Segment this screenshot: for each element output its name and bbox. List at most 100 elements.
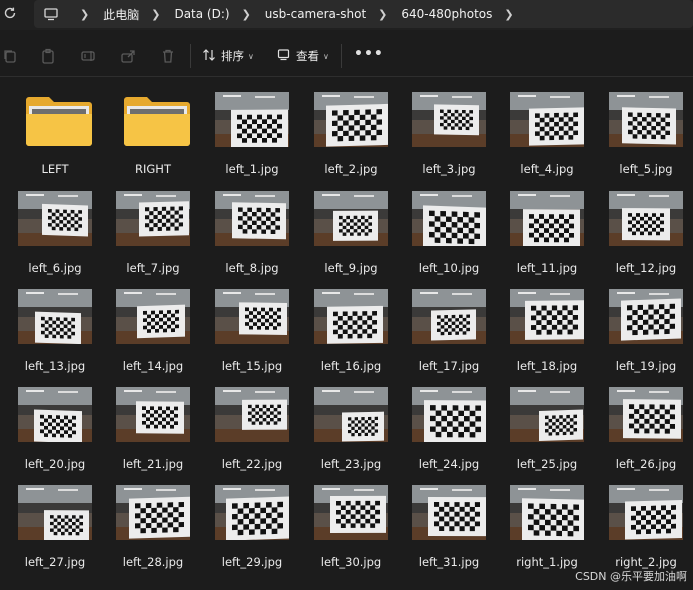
file-item[interactable]: left_30.jpg bbox=[302, 471, 400, 569]
file-item[interactable]: left_7.jpg bbox=[104, 177, 202, 275]
sort-button[interactable]: 排序 ∨ bbox=[202, 46, 254, 66]
paste-icon[interactable] bbox=[40, 48, 56, 64]
image-thumbnail bbox=[116, 191, 190, 246]
image-thumbnail bbox=[609, 387, 683, 442]
image-thumbnail bbox=[510, 289, 584, 344]
file-item[interactable]: left_10.jpg bbox=[400, 177, 498, 275]
image-thumbnail bbox=[314, 191, 388, 246]
file-item[interactable]: left_6.jpg bbox=[6, 177, 104, 275]
image-thumbnail bbox=[412, 387, 486, 442]
image-thumbnail bbox=[412, 485, 486, 540]
file-name-label: left_4.jpg bbox=[520, 162, 574, 176]
image-thumbnail bbox=[412, 191, 486, 246]
file-name-label: left_15.jpg bbox=[221, 359, 283, 373]
image-thumbnail bbox=[510, 485, 584, 540]
file-name-label: left_13.jpg bbox=[24, 359, 86, 373]
file-item[interactable]: left_23.jpg bbox=[302, 373, 400, 471]
image-thumbnail bbox=[609, 485, 683, 540]
folder-item[interactable]: LEFT bbox=[6, 78, 104, 176]
file-item[interactable]: left_8.jpg bbox=[203, 177, 301, 275]
chevron-down-icon: ∨ bbox=[323, 51, 329, 61]
file-item[interactable]: left_13.jpg bbox=[6, 275, 104, 373]
breadcrumb-usb-camera-shot[interactable]: usb-camera-shot bbox=[265, 7, 366, 21]
image-thumbnail bbox=[215, 289, 289, 344]
file-name-label: left_1.jpg bbox=[225, 162, 279, 176]
sort-icon bbox=[202, 48, 216, 65]
file-item[interactable]: left_19.jpg bbox=[597, 275, 693, 373]
chevron-right-icon: ❯ bbox=[241, 7, 251, 21]
image-thumbnail bbox=[18, 289, 92, 344]
delete-icon[interactable] bbox=[160, 48, 176, 64]
file-item[interactable]: left_29.jpg bbox=[203, 471, 301, 569]
image-thumbnail bbox=[18, 387, 92, 442]
file-item[interactable]: left_16.jpg bbox=[302, 275, 400, 373]
computer-icon bbox=[44, 6, 58, 21]
address-bar-row: ❯ 此电脑 ❯ Data (D:) ❯ usb-camera-shot ❯ 64… bbox=[0, 0, 693, 30]
file-name-label: left_18.jpg bbox=[516, 359, 578, 373]
breadcrumb-photos[interactable]: 640-480photos bbox=[401, 7, 492, 21]
toolbar-divider bbox=[190, 44, 191, 68]
rename-icon[interactable] bbox=[80, 48, 96, 64]
sort-label: 排序 bbox=[221, 49, 244, 63]
folder-icon bbox=[122, 92, 192, 148]
file-item[interactable]: left_25.jpg bbox=[498, 373, 596, 471]
image-thumbnail bbox=[215, 485, 289, 540]
file-name-label: left_29.jpg bbox=[221, 555, 283, 569]
file-item[interactable]: left_2.jpg bbox=[302, 78, 400, 176]
file-name-label: RIGHT bbox=[135, 162, 171, 176]
file-name-label: left_24.jpg bbox=[418, 457, 480, 471]
file-item[interactable]: left_31.jpg bbox=[400, 471, 498, 569]
file-name-label: left_10.jpg bbox=[418, 261, 480, 275]
file-item[interactable]: left_27.jpg bbox=[6, 471, 104, 569]
file-item[interactable]: left_17.jpg bbox=[400, 275, 498, 373]
folder-item[interactable]: RIGHT bbox=[104, 78, 202, 176]
view-button[interactable]: 查看 ∨ bbox=[277, 46, 329, 66]
file-item[interactable]: left_15.jpg bbox=[203, 275, 301, 373]
image-thumbnail bbox=[609, 92, 683, 147]
breadcrumb-data-drive[interactable]: Data (D:) bbox=[174, 7, 229, 21]
file-item[interactable]: left_11.jpg bbox=[498, 177, 596, 275]
share-icon[interactable] bbox=[120, 48, 136, 64]
file-name-label: left_12.jpg bbox=[615, 261, 677, 275]
address-bar[interactable]: ❯ 此电脑 ❯ Data (D:) ❯ usb-camera-shot ❯ 64… bbox=[34, 0, 693, 28]
file-item[interactable]: left_4.jpg bbox=[498, 78, 596, 176]
image-thumbnail bbox=[116, 387, 190, 442]
image-thumbnail bbox=[510, 387, 584, 442]
copy-icon[interactable] bbox=[2, 48, 18, 64]
file-item[interactable]: right_1.jpg bbox=[498, 471, 596, 569]
file-item[interactable]: left_28.jpg bbox=[104, 471, 202, 569]
file-item[interactable]: left_21.jpg bbox=[104, 373, 202, 471]
breadcrumb-this-pc[interactable]: 此电脑 bbox=[103, 6, 139, 23]
file-item[interactable]: left_3.jpg bbox=[400, 78, 498, 176]
image-thumbnail bbox=[510, 191, 584, 246]
chevron-down-icon: ∨ bbox=[248, 51, 254, 61]
folder-icon bbox=[24, 92, 94, 148]
file-item[interactable]: left_14.jpg bbox=[104, 275, 202, 373]
file-item[interactable]: left_12.jpg bbox=[597, 177, 693, 275]
refresh-icon[interactable] bbox=[2, 6, 18, 22]
file-name-label: left_27.jpg bbox=[24, 555, 86, 569]
file-item[interactable]: left_20.jpg bbox=[6, 373, 104, 471]
file-item[interactable]: left_9.jpg bbox=[302, 177, 400, 275]
file-item[interactable]: left_24.jpg bbox=[400, 373, 498, 471]
image-thumbnail bbox=[609, 289, 683, 344]
file-item[interactable]: left_22.jpg bbox=[203, 373, 301, 471]
file-item[interactable]: right_2.jpg bbox=[597, 471, 693, 569]
chevron-right-icon[interactable]: ❯ bbox=[504, 8, 513, 21]
file-item[interactable]: left_26.jpg bbox=[597, 373, 693, 471]
file-name-label: left_8.jpg bbox=[225, 261, 279, 275]
file-name-label: left_6.jpg bbox=[28, 261, 82, 275]
file-item[interactable]: left_5.jpg bbox=[597, 78, 693, 176]
image-thumbnail bbox=[18, 191, 92, 246]
file-name-label: left_26.jpg bbox=[615, 457, 677, 471]
file-name-label: left_25.jpg bbox=[516, 457, 578, 471]
file-name-label: left_30.jpg bbox=[320, 555, 382, 569]
file-name-label: LEFT bbox=[41, 162, 69, 176]
image-thumbnail bbox=[314, 387, 388, 442]
image-thumbnail bbox=[314, 289, 388, 344]
file-item[interactable]: left_18.jpg bbox=[498, 275, 596, 373]
image-thumbnail bbox=[18, 485, 92, 540]
file-name-label: left_7.jpg bbox=[126, 261, 180, 275]
file-item[interactable]: left_1.jpg bbox=[203, 78, 301, 176]
more-options-button[interactable]: ••• bbox=[354, 46, 384, 62]
